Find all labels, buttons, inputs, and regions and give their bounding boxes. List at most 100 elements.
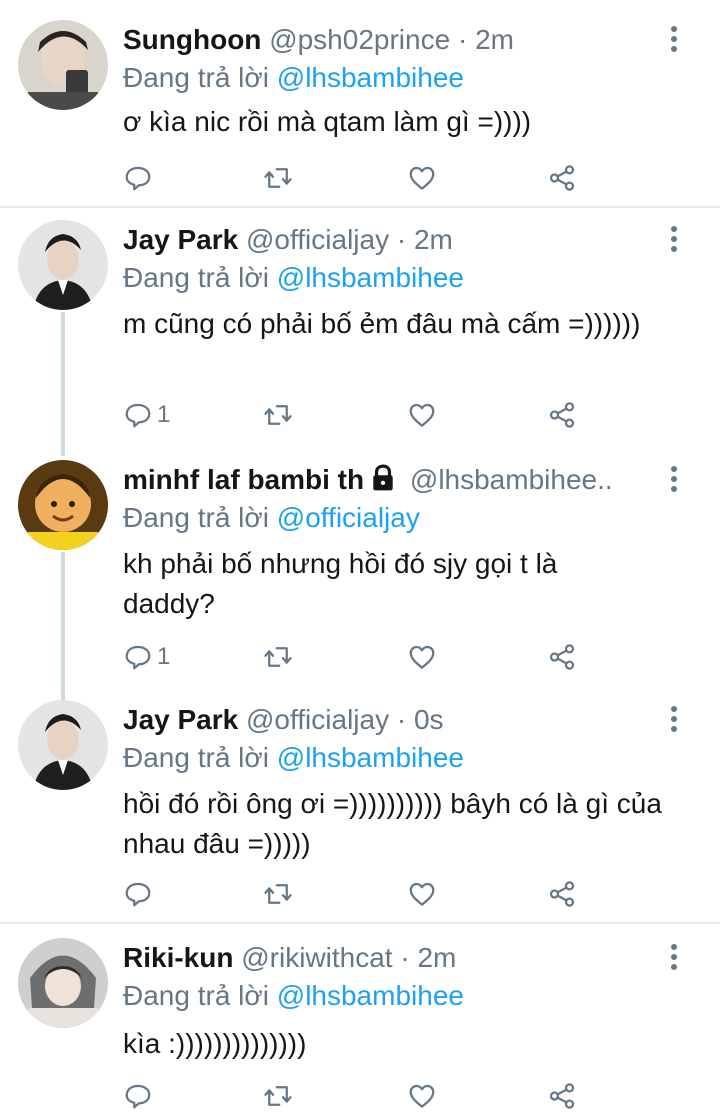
tweet[interactable]: minhf laf bambi th @lhsbambihee.. Đang t… [0,460,720,686]
reply-context: Đang trả lời @lhsbambihee [123,976,464,1016]
share-button[interactable] [547,395,577,435]
lock-icon [370,463,396,500]
reply-button[interactable] [123,158,157,198]
tweet-text: hồi đó rồi ông ơi =)))))))))) bâyh có là… [123,788,662,859]
tweet-header: Jay Park @officialjay · 0s [123,700,660,740]
divider [0,206,720,208]
reply-button[interactable] [123,874,157,914]
avatar[interactable] [18,938,108,1028]
more-vertical-icon[interactable] [664,942,684,972]
timestamp[interactable]: 2m [417,942,456,973]
display-name[interactable]: Sunghoon [123,24,261,55]
reply-icon [125,1084,151,1109]
like-button[interactable] [407,1076,437,1116]
tweet[interactable]: Riki-kun @rikiwithcat · 2m Đang trả lời … [0,938,720,1118]
divider [0,922,720,924]
timestamp[interactable]: 2m [414,224,453,255]
share-button[interactable] [547,637,577,677]
display-name[interactable]: Riki-kun [123,942,233,973]
tweet-text: m cũng có phải bố ẻm đâu mà cấm =)))))) [123,308,641,339]
retweet-button[interactable] [263,637,293,677]
reply-mention-link[interactable]: @officialjay [277,502,420,533]
share-icon [549,881,575,907]
like-button[interactable] [407,158,437,198]
reply-mention-link[interactable]: @lhsbambihee [277,980,464,1011]
share-button[interactable] [547,158,577,198]
tweet[interactable]: Sunghoon @psh02prince · 2m Đang trả lời … [0,0,720,206]
retweet-icon [264,1086,292,1106]
retweet-icon [264,884,292,904]
tweet-header: Jay Park @officialjay · 2m [123,220,660,260]
tweet-text: kh phải bố nhưng hồi đó sjy gọi t là dad… [123,548,558,619]
reply-prefix: Đang trả lời [123,742,269,773]
tweet-actions [123,874,593,914]
reply-button[interactable]: 1 [123,395,170,435]
share-icon [549,1083,575,1109]
like-icon [409,403,435,427]
reply-prefix: Đang trả lời [123,62,269,93]
share-button[interactable] [547,1076,577,1116]
reply-count: 1 [157,643,171,670]
avatar[interactable] [18,220,108,310]
more-vertical-icon[interactable] [664,24,684,54]
share-icon [549,165,575,191]
avatar[interactable] [18,460,108,550]
reply-mention-link[interactable]: @lhsbambihee [277,742,464,773]
like-icon [409,882,435,906]
reply-context: Đang trả lời @officialjay [123,498,420,538]
separator-dot: · [400,942,410,973]
share-icon [549,644,575,670]
user-handle[interactable]: @officialjay [246,224,389,255]
share-button[interactable] [547,874,577,914]
like-button[interactable] [407,395,437,435]
tweet[interactable]: Jay Park @officialjay · 2m Đang trả lời … [0,220,720,446]
reply-prefix: Đang trả lời [123,502,269,533]
reply-button[interactable]: 1 [123,637,170,677]
tweet-text: kìa :)))))))))))))) [123,1028,307,1059]
reply-context: Đang trả lời @lhsbambihee [123,58,464,98]
tweet-actions: 1 [123,637,593,677]
reply-context: Đang trả lời @lhsbambihee [123,738,464,778]
reply-prefix: Đang trả lời [123,980,269,1011]
reply-button[interactable] [123,1076,157,1116]
timestamp[interactable]: 0s [414,704,444,735]
user-handle[interactable]: @lhsbambihee.. [410,464,613,495]
more-vertical-icon[interactable] [664,464,684,494]
display-name[interactable]: Jay Park [123,704,238,735]
retweet-button[interactable] [263,1076,293,1116]
separator-dot: · [396,224,407,255]
reply-icon [125,403,151,428]
reply-icon [125,645,151,670]
retweet-icon [264,405,292,425]
reply-count: 1 [157,401,171,428]
tweet-actions: 1 [123,395,593,435]
user-handle[interactable]: @rikiwithcat [241,942,392,973]
like-icon [409,166,435,190]
display-name[interactable]: Jay Park [123,224,238,255]
user-handle[interactable]: @officialjay [246,704,389,735]
like-button[interactable] [407,637,437,677]
avatar[interactable] [18,20,108,110]
tweet[interactable]: Jay Park @officialjay · 0s Đang trả lời … [0,700,720,922]
more-vertical-icon[interactable] [664,224,684,254]
like-icon [409,1084,435,1108]
reply-mention-link[interactable]: @lhsbambihee [277,262,464,293]
retweet-button[interactable] [263,874,293,914]
display-name[interactable]: minhf laf bambi th [123,464,364,495]
tweet-header: minhf laf bambi th @lhsbambihee.. [123,460,660,500]
more-vertical-icon[interactable] [664,704,684,734]
user-handle[interactable]: @psh02prince [269,24,450,55]
tweet-text: ơ kìa nic rồi mà qtam làm gì =)))) [123,106,532,137]
avatar[interactable] [18,700,108,790]
retweet-button[interactable] [263,158,293,198]
separator-dot: · [457,24,468,55]
separator-dot: · [396,704,407,735]
like-button[interactable] [407,874,437,914]
tweet-header: Riki-kun @rikiwithcat · 2m [123,938,660,978]
tweet-actions [123,1076,593,1116]
reply-prefix: Đang trả lời [123,262,269,293]
retweet-button[interactable] [263,395,293,435]
reply-mention-link[interactable]: @lhsbambihee [277,62,464,93]
timestamp[interactable]: 2m [475,24,514,55]
reply-icon [125,882,151,907]
